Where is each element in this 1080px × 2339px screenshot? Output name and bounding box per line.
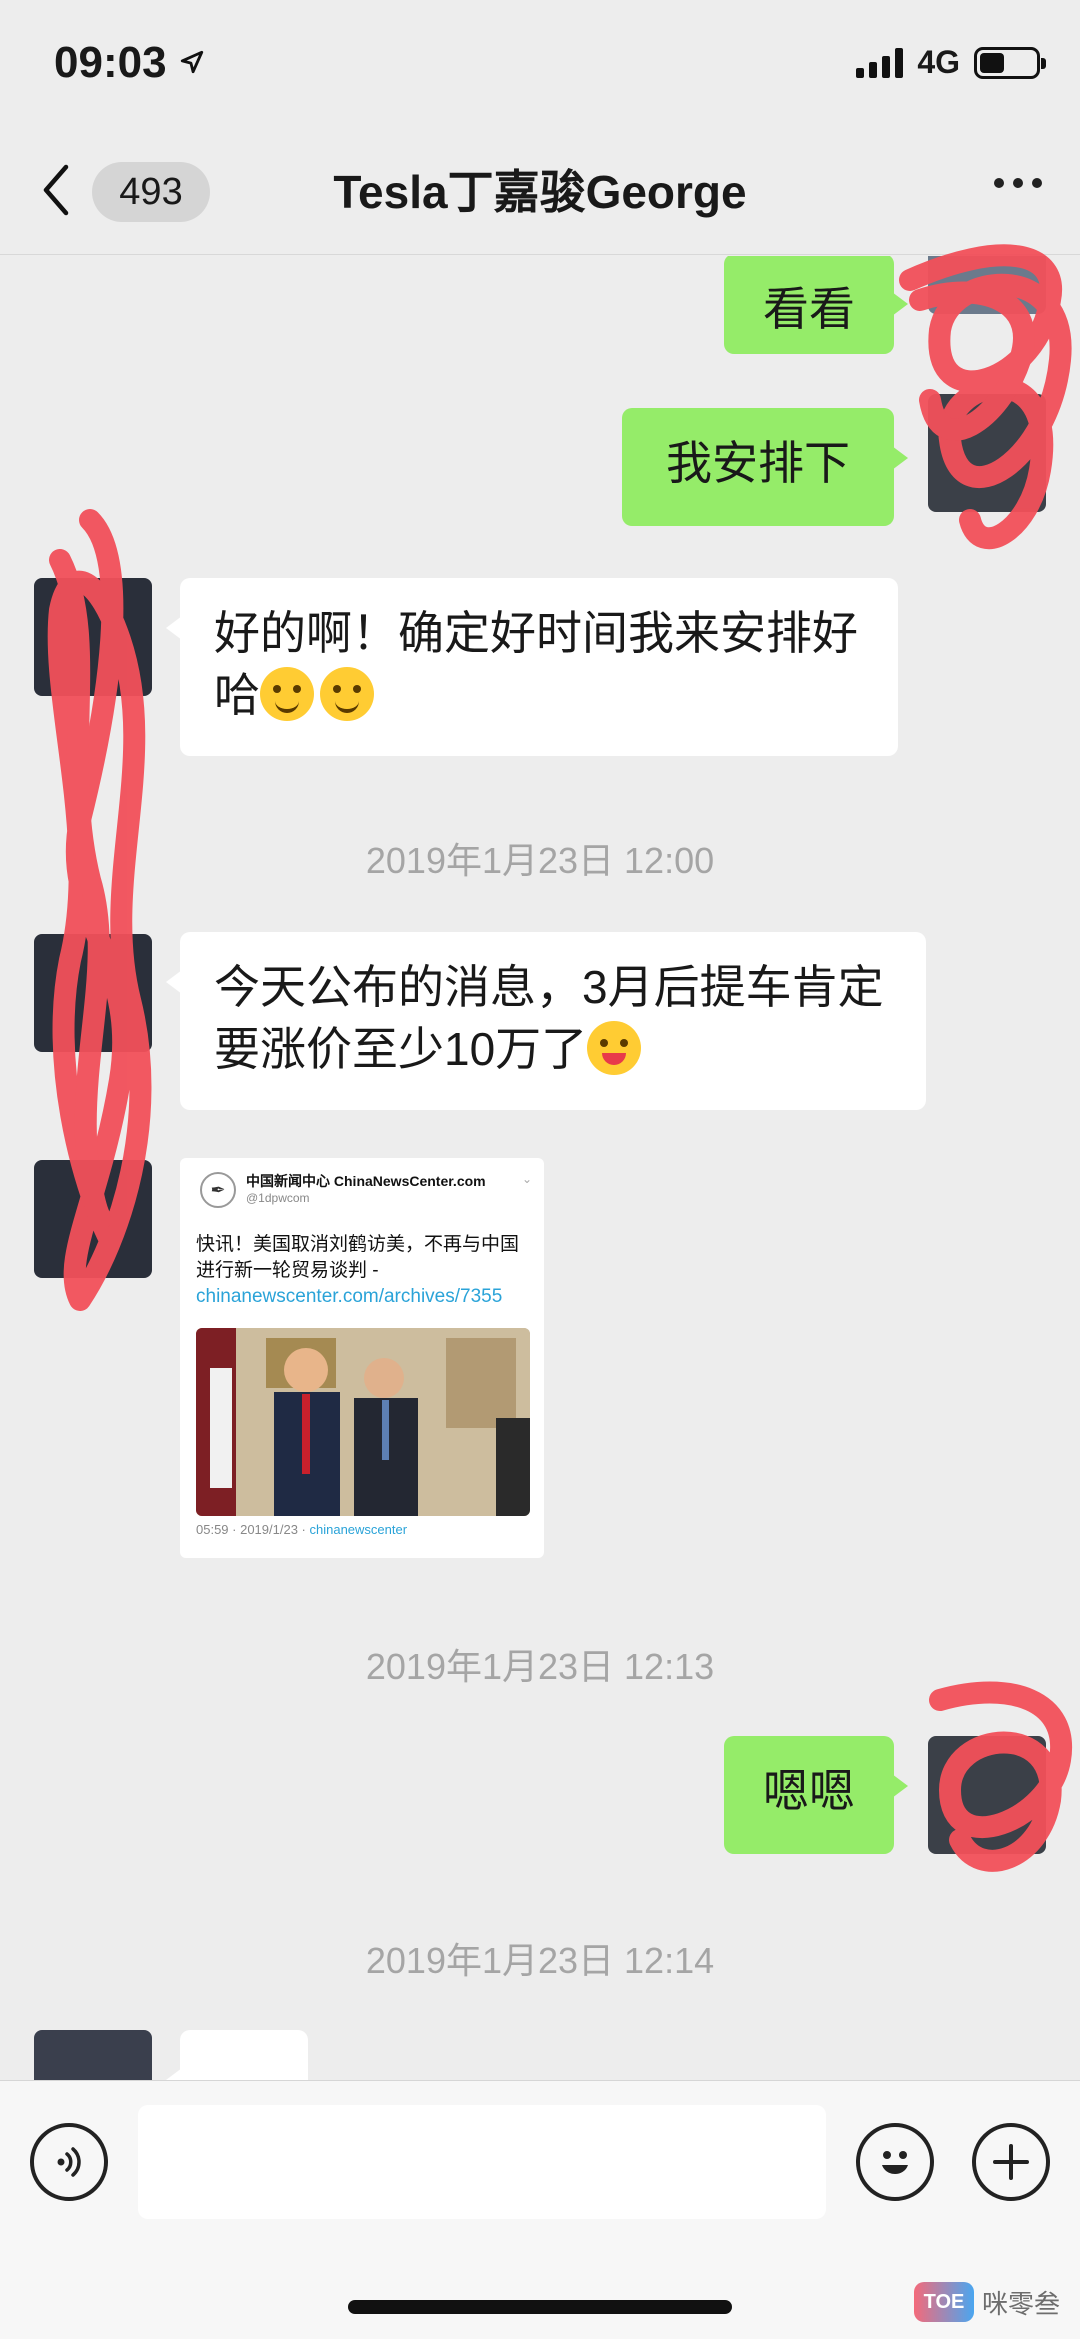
emoji-icon[interactable] [856,2123,934,2201]
message-input[interactable] [138,2105,826,2219]
watermark-logo: TOE [913,2282,974,2322]
voice-icon[interactable] [30,2123,108,2201]
plus-icon[interactable] [972,2123,1050,2201]
watermark-text: 咪零叁 [981,2288,1060,2319]
redaction-scribble [47,244,1073,1872]
watermark: TOE 咪零叁 [913,2282,1060,2322]
home-indicator[interactable] [348,2300,732,2314]
